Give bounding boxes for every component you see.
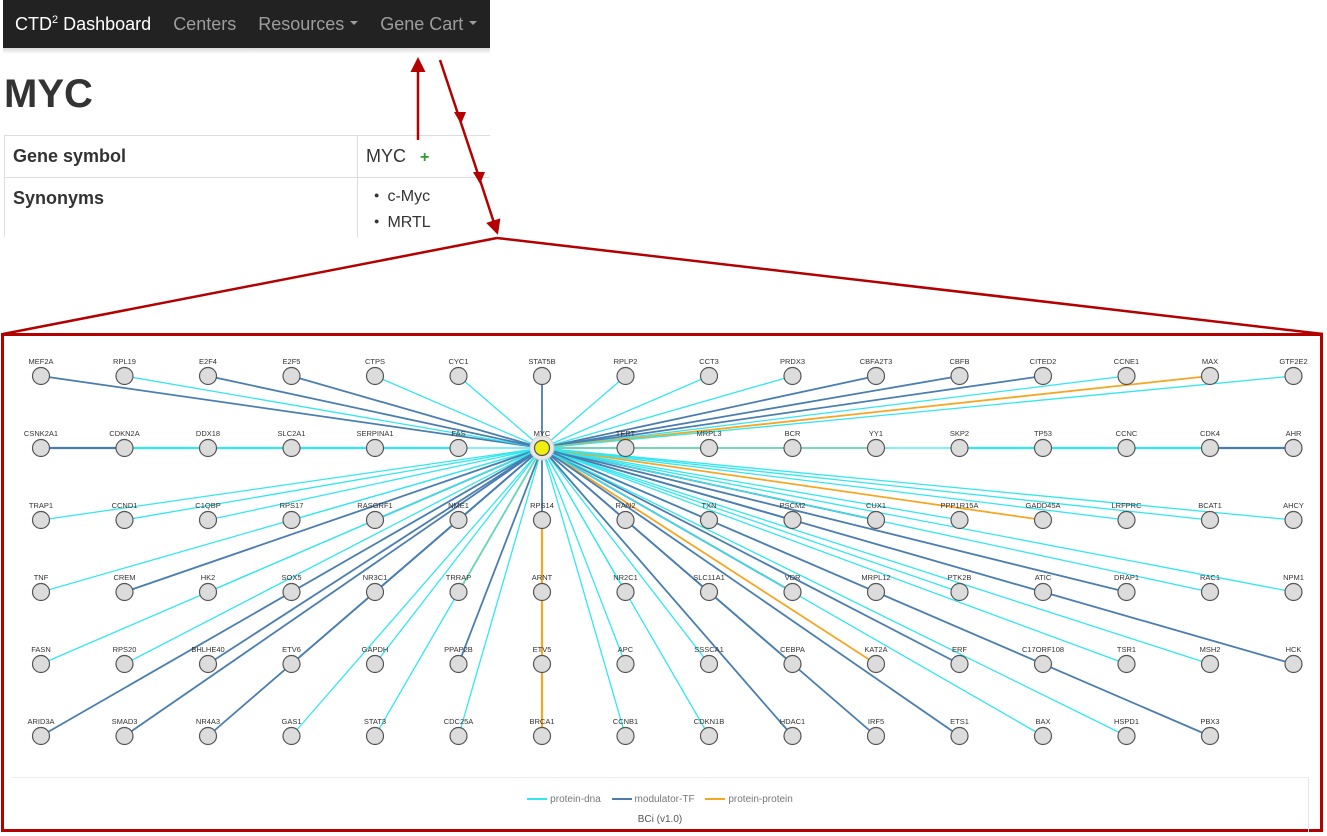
annotation-arrow-down xyxy=(438,59,501,235)
arrow-mid-icon xyxy=(473,172,485,184)
zoom-line-left xyxy=(2,236,498,336)
annotation-overlay xyxy=(2,57,1324,336)
zoom-line-right xyxy=(496,236,1324,336)
arrow-mid-icon xyxy=(454,112,466,124)
